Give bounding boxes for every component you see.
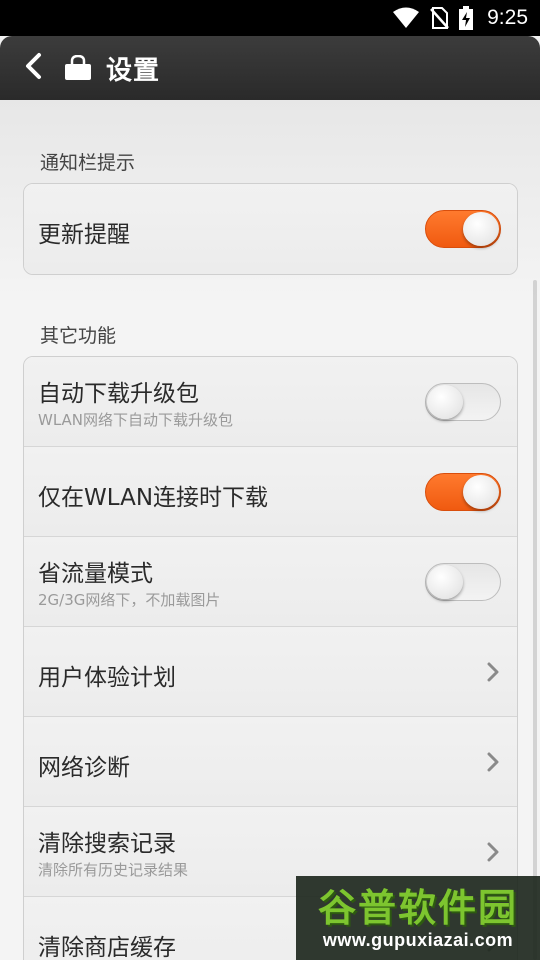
watermark-logo: 谷普软件园 www.gupuxiazai.com bbox=[296, 876, 540, 960]
watermark-url: www.gupuxiazai.com bbox=[322, 929, 514, 950]
setting-row-data-saver[interactable]: 省流量模式 2G/3G网络下，不加载图片 bbox=[24, 537, 517, 627]
other-features-card: 自动下载升级包 WLAN网络下自动下载升级包 仅在WLAN连接时下载 省流量模式… bbox=[23, 356, 518, 960]
setting-label: 网络诊断 bbox=[38, 755, 130, 781]
setting-row-user-experience[interactable]: 用户体验计划 bbox=[24, 627, 517, 717]
store-bag-icon bbox=[60, 36, 96, 100]
wifi-icon bbox=[393, 6, 420, 30]
setting-row-update-reminder[interactable]: 更新提醒 bbox=[24, 184, 517, 274]
scrollbar[interactable] bbox=[533, 280, 537, 960]
setting-description: WLAN网络下自动下载升级包 bbox=[38, 411, 234, 429]
title-bar: 设置 bbox=[0, 36, 540, 100]
toggle-knob bbox=[427, 565, 463, 599]
watermark-title: 谷普软件园 bbox=[317, 885, 518, 930]
no-sim-icon bbox=[429, 6, 450, 30]
chevron-right-icon bbox=[483, 751, 503, 773]
auto-download-toggle[interactable] bbox=[425, 383, 501, 421]
back-button[interactable] bbox=[0, 36, 60, 100]
setting-row-network-diagnosis[interactable]: 网络诊断 bbox=[24, 717, 517, 807]
page-title: 设置 bbox=[106, 55, 161, 86]
chevron-right-icon bbox=[483, 661, 503, 683]
status-bar: 9:25 bbox=[0, 0, 540, 36]
data-saver-toggle[interactable] bbox=[425, 563, 501, 601]
battery-charging-icon bbox=[459, 6, 474, 30]
setting-label: 自动下载升级包 bbox=[38, 381, 199, 407]
setting-label: 用户体验计划 bbox=[38, 665, 176, 691]
toggle-knob bbox=[427, 385, 463, 419]
setting-row-auto-download[interactable]: 自动下载升级包 WLAN网络下自动下载升级包 bbox=[24, 357, 517, 447]
setting-description: 清除所有历史记录结果 bbox=[38, 861, 189, 879]
settings-content: 通知栏提示 更新提醒 其它功能 自动下载升级包 WLAN网络下自动下载升级包 仅… bbox=[0, 100, 540, 960]
notification-card: 更新提醒 bbox=[23, 183, 518, 275]
setting-label: 清除商店缓存 bbox=[38, 935, 176, 960]
toggle-knob bbox=[463, 475, 499, 509]
status-time: 9:25 bbox=[487, 6, 528, 29]
chevron-left-icon bbox=[24, 52, 42, 84]
setting-label: 清除搜索记录 bbox=[38, 831, 176, 857]
toggle-knob bbox=[463, 212, 499, 246]
setting-label: 省流量模式 bbox=[38, 561, 153, 587]
setting-label: 更新提醒 bbox=[38, 222, 130, 248]
setting-description: 2G/3G网络下，不加载图片 bbox=[38, 591, 221, 609]
section-header-notification: 通知栏提示 bbox=[40, 152, 136, 174]
chevron-right-icon bbox=[483, 841, 503, 863]
update-reminder-toggle[interactable] bbox=[425, 210, 501, 248]
section-header-other: 其它功能 bbox=[40, 325, 117, 347]
wlan-only-toggle[interactable] bbox=[425, 473, 501, 511]
setting-label: 仅在WLAN连接时下载 bbox=[38, 485, 269, 511]
setting-row-wlan-only[interactable]: 仅在WLAN连接时下载 bbox=[24, 447, 517, 537]
